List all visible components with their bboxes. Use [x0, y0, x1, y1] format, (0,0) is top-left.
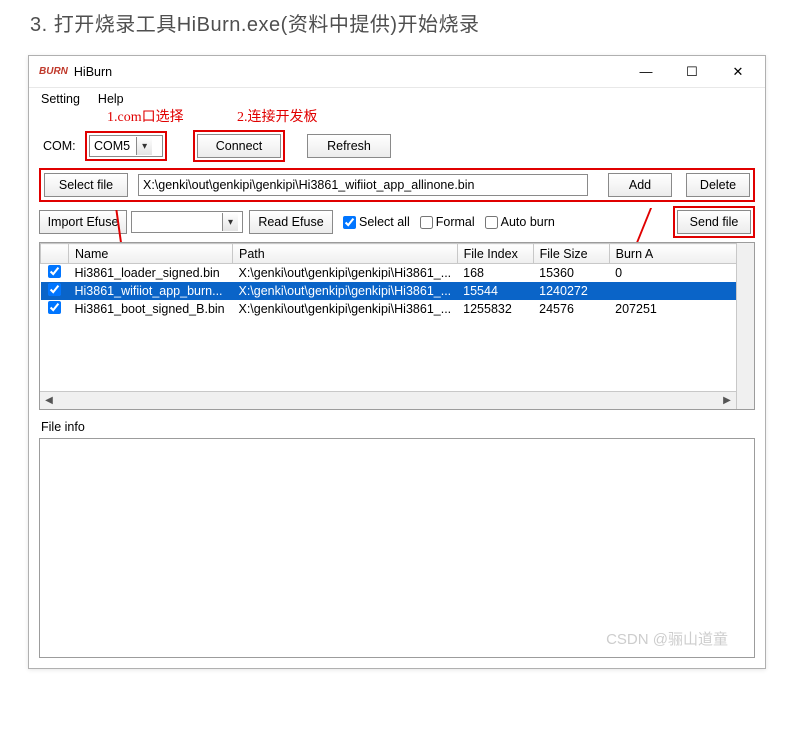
- formal-label: Formal: [436, 215, 475, 229]
- row-checkbox[interactable]: [48, 265, 61, 278]
- app-icon: BURN: [39, 66, 68, 77]
- col-file-size[interactable]: File Size: [533, 244, 609, 264]
- row-checkbox[interactable]: [48, 283, 61, 296]
- cell-path: X:\genki\out\genkipi\genkipi\Hi3861_...: [233, 264, 458, 283]
- efuse-select[interactable]: [131, 211, 243, 233]
- close-button[interactable]: ✕: [715, 57, 761, 87]
- formal-checkbox[interactable]: Formal: [420, 215, 475, 229]
- dropdown-icon: [222, 213, 238, 231]
- table-row[interactable]: Hi3861_wifiiot_app_burn...X:\genki\out\g…: [41, 282, 754, 300]
- watermark: CSDN @骊山道童: [606, 628, 728, 649]
- col-burn-addr[interactable]: Burn A: [609, 244, 753, 264]
- file-table-wrap: Name Path File Index File Size Burn A Hi…: [39, 242, 755, 410]
- cell-name: Hi3861_wifiiot_app_burn...: [69, 282, 233, 300]
- dropdown-icon: [136, 137, 152, 155]
- cell-name: Hi3861_boot_signed_B.bin: [69, 300, 233, 318]
- file-table: Name Path File Index File Size Burn A Hi…: [40, 243, 754, 318]
- cell-name: Hi3861_loader_signed.bin: [69, 264, 233, 283]
- table-row[interactable]: Hi3861_loader_signed.binX:\genki\out\gen…: [41, 264, 754, 283]
- read-efuse-button[interactable]: Read Efuse: [249, 210, 333, 234]
- cell-path: X:\genki\out\genkipi\genkipi\Hi3861_...: [233, 282, 458, 300]
- col-file-index[interactable]: File Index: [457, 244, 533, 264]
- cell-path: X:\genki\out\genkipi\genkipi\Hi3861_...: [233, 300, 458, 318]
- cell-index: 168: [457, 264, 533, 283]
- cell-index: 15544: [457, 282, 533, 300]
- row-checkbox[interactable]: [48, 301, 61, 314]
- cell-burn: 207251: [609, 300, 753, 318]
- minimize-button[interactable]: —: [623, 57, 669, 87]
- select-all-label: Select all: [359, 215, 410, 229]
- cell-index: 1255832: [457, 300, 533, 318]
- log-textarea[interactable]: CSDN @骊山道童: [39, 438, 755, 658]
- col-path[interactable]: Path: [233, 244, 458, 264]
- com-select[interactable]: COM5: [89, 135, 163, 157]
- table-row[interactable]: Hi3861_boot_signed_B.binX:\genki\out\gen…: [41, 300, 754, 318]
- connect-wrap: Connect: [193, 130, 285, 162]
- import-efuse-button[interactable]: Import Efuse: [39, 210, 127, 234]
- titlebar: BURN HiBurn — ☐ ✕: [29, 56, 765, 88]
- menu-setting[interactable]: Setting: [41, 92, 80, 106]
- cell-size: 1240272: [533, 282, 609, 300]
- annotation-1: 1.com口选择: [107, 106, 184, 126]
- formal-input[interactable]: [420, 216, 433, 229]
- table-hscroll[interactable]: ◀ ▶: [40, 391, 736, 409]
- select-file-button[interactable]: Select file: [44, 173, 128, 197]
- auto-burn-label: Auto burn: [501, 215, 555, 229]
- cell-size: 24576: [533, 300, 609, 318]
- page-heading: 3. 打开烧录工具HiBurn.exe(资料中提供)开始烧录: [0, 0, 794, 55]
- com-value: COM5: [94, 139, 130, 153]
- connect-button[interactable]: Connect: [197, 134, 281, 158]
- refresh-button[interactable]: Refresh: [307, 134, 391, 158]
- auto-burn-input[interactable]: [485, 216, 498, 229]
- scroll-right-icon[interactable]: ▶: [718, 392, 736, 410]
- cell-size: 15360: [533, 264, 609, 283]
- com-select-wrap: COM5: [85, 131, 167, 161]
- col-name[interactable]: Name: [69, 244, 233, 264]
- file-path-input[interactable]: X:\genki\out\genkipi\genkipi\Hi3861_wifi…: [138, 174, 588, 196]
- add-button[interactable]: Add: [608, 173, 672, 197]
- com-row: COM: COM5 Connect Refresh: [39, 130, 755, 162]
- window-title: HiBurn: [74, 65, 623, 79]
- file-info-label: File info: [41, 420, 753, 434]
- maximize-button[interactable]: ☐: [669, 57, 715, 87]
- select-all-input[interactable]: [343, 216, 356, 229]
- cell-burn: 0: [609, 264, 753, 283]
- efuse-row: Import Efuse Read Efuse Select all Forma…: [39, 206, 755, 238]
- send-file-wrap: Send file: [673, 206, 755, 238]
- table-vscroll[interactable]: [736, 243, 754, 409]
- menubar: Setting Help: [29, 88, 765, 108]
- delete-button[interactable]: Delete: [686, 173, 750, 197]
- send-file-button[interactable]: Send file: [677, 210, 751, 234]
- file-row: Select file X:\genki\out\genkipi\genkipi…: [39, 168, 755, 202]
- select-all-checkbox[interactable]: Select all: [343, 215, 410, 229]
- scroll-left-icon[interactable]: ◀: [40, 392, 58, 410]
- hiburn-window: BURN HiBurn — ☐ ✕ Setting Help 1.com口选择 …: [28, 55, 766, 669]
- menu-help[interactable]: Help: [98, 92, 124, 106]
- annotation-2: 2.连接开发板: [237, 106, 318, 126]
- auto-burn-checkbox[interactable]: Auto burn: [485, 215, 555, 229]
- cell-burn: [609, 282, 753, 300]
- com-label: COM:: [39, 139, 85, 153]
- content-area: 1.com口选择 2.连接开发板 3.选择烧录文件 4.开始烧录 COM: CO…: [29, 108, 765, 668]
